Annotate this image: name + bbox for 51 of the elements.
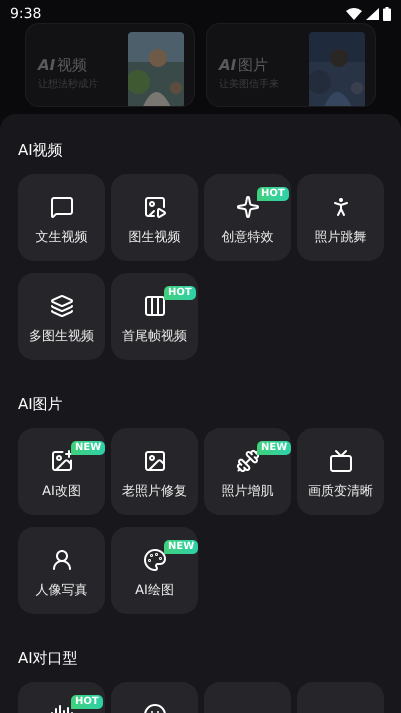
status-time: 9:38: [10, 4, 42, 24]
tile-label: 首尾帧视频: [122, 328, 187, 345]
tile-label: 老照片修复: [122, 483, 187, 500]
section-title: AI视频: [18, 140, 64, 160]
image-icon: [142, 449, 166, 473]
tile-label: 创意特效: [222, 229, 274, 246]
feature-tile[interactable]: HOT 首尾帧视频: [111, 273, 198, 360]
wifi-icon: [346, 8, 362, 20]
badge: HOT: [71, 695, 103, 709]
feature-tile[interactable]: NEW 照片增肌: [204, 428, 291, 515]
section-title: AI图片: [18, 394, 64, 414]
palette-icon: [142, 548, 166, 572]
tile-label: AI绘图: [135, 582, 174, 599]
feature-tile[interactable]: 图生视频: [111, 174, 198, 261]
feature-tile[interactable]: 多图生视频: [18, 273, 105, 360]
badge: NEW: [257, 441, 292, 455]
screen-icon: [328, 449, 352, 473]
feature-tile[interactable]: 人像写真: [18, 527, 105, 614]
dumbbell-icon: [236, 449, 260, 473]
layers-icon: [50, 294, 74, 318]
image-icon: [50, 449, 74, 473]
tile-label: AI改图: [42, 483, 81, 500]
tile-label: 照片跳舞: [314, 229, 366, 246]
tile-label: 多图生视频: [29, 328, 94, 345]
signal-icon: [366, 8, 379, 20]
feature-tile[interactable]: 文生视频: [18, 174, 105, 261]
badge: NEW: [71, 441, 106, 455]
star-icon: [236, 195, 260, 219]
badge: HOT: [164, 286, 196, 300]
image-icon: [142, 195, 166, 219]
section-title: AI对口型: [18, 648, 79, 668]
tile-label: 文生视频: [36, 229, 88, 246]
feature-tile[interactable]: 照片跳舞: [297, 174, 384, 261]
badge: NEW: [164, 540, 198, 554]
battery-icon: [383, 7, 391, 21]
banner-title: 视频: [57, 55, 88, 76]
feature-tile[interactable]: 画质变清晰: [297, 428, 384, 515]
ai-logo: AI: [219, 55, 236, 76]
columns-icon: [142, 294, 166, 318]
ai-logo: AI: [38, 55, 56, 76]
banner-title: 图片: [238, 55, 268, 76]
feature-tile[interactable]: 老照片修复: [111, 428, 198, 515]
tile-label: 画质变清晰: [308, 483, 373, 500]
feature-tile[interactable]: NEW AI绘图: [111, 527, 198, 614]
feature-tile[interactable]: NEW AI改图: [18, 428, 105, 515]
tile-label: 图生视频: [128, 229, 180, 246]
tile-label: 人像写真: [36, 582, 88, 599]
tile-label: 照片增肌: [222, 483, 274, 500]
speech-bubble-icon: [50, 195, 74, 219]
feature-tile[interactable]: HOT 创意特效: [204, 174, 291, 261]
badge: HOT: [257, 187, 289, 201]
